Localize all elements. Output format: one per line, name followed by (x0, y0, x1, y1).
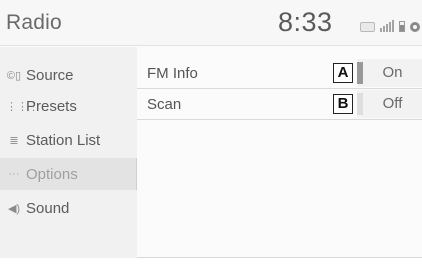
sidebar-item-label: Sound (26, 199, 70, 217)
toggle-value: On (382, 64, 403, 81)
callout-marker: A (333, 63, 353, 83)
options-panel: FM Info A On Scan B Off (137, 47, 422, 258)
scan-toggle[interactable]: Off (357, 90, 422, 118)
sidebar-item-label: Options (26, 165, 78, 183)
sidebar-item-source[interactable]: ©▯ Source (0, 59, 137, 91)
sidebar-item-options[interactable]: ··· Options (0, 158, 137, 190)
callout-marker: B (333, 94, 353, 114)
settings-icon[interactable] (410, 22, 420, 32)
clock: 8:33 (278, 7, 333, 37)
options-icon: ··· (8, 168, 20, 180)
presets-icon: ⋮⋮⋮ (6, 100, 39, 113)
sidebar-item-sound[interactable]: ◀) Sound (0, 192, 137, 224)
status-icons (360, 16, 420, 32)
fm-info-toggle[interactable]: On (357, 59, 422, 87)
source-icon: ©▯ (6, 69, 22, 82)
fm-info-row[interactable]: FM Info A On (137, 58, 422, 89)
sidebar-item-presets[interactable]: ⋮⋮⋮ Presets (0, 90, 137, 122)
row-label: Scan (147, 96, 182, 113)
station-list-icon: ≣ (9, 134, 19, 147)
sidebar-item-station-list[interactable]: ≣ Station List (0, 124, 137, 156)
sound-icon: ◀) (7, 202, 21, 215)
sidebar-item-label: Presets (26, 97, 77, 115)
scan-row[interactable]: Scan B Off (137, 89, 422, 120)
row-label: FM Info (147, 65, 198, 82)
screen-title: Radio (6, 11, 62, 34)
radio-screen: Radio 8:33 ©▯ Source ⋮⋮⋮ Presets ≣ Stati… (0, 0, 422, 258)
sidebar-item-label: Source (26, 66, 74, 84)
sidebar: ©▯ Source ⋮⋮⋮ Presets ≣ Station List ···… (0, 47, 137, 258)
battery-icon (399, 21, 405, 32)
sidebar-item-label: Station List (26, 131, 101, 149)
header-bar: Radio 8:33 (0, 0, 422, 46)
signal-icon (380, 20, 394, 32)
toggle-value: Off (382, 95, 403, 112)
bluetooth-icon (360, 22, 375, 32)
